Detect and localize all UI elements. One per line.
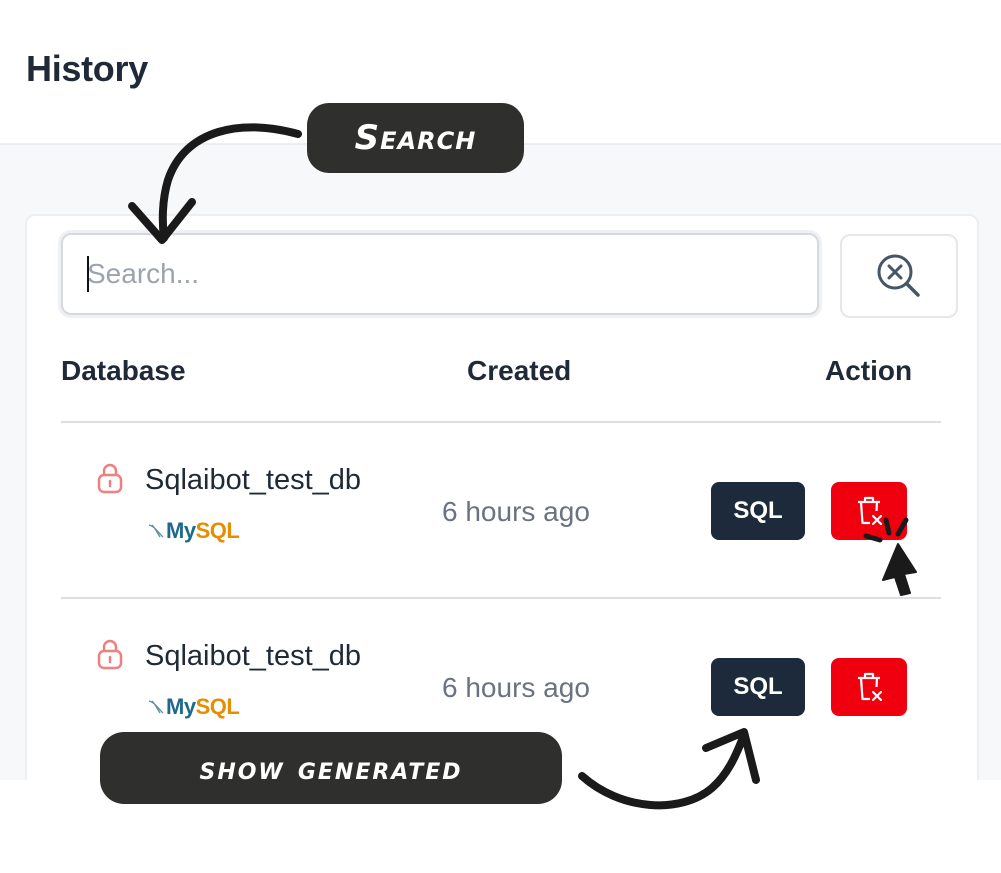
database-name[interactable]: Sqlaibot_test_db [145, 640, 361, 673]
created-time: 6 hours ago [442, 496, 590, 527]
trash-x-icon [858, 496, 883, 526]
show-sql-button[interactable]: SQL [711, 658, 805, 716]
mysql-dolphin-icon [148, 700, 164, 714]
search-input[interactable] [61, 233, 819, 315]
page-title: History [26, 48, 148, 89]
show-generated-callout: show generated [100, 732, 562, 804]
mysql-dolphin-icon [148, 524, 164, 538]
column-header-database[interactable]: Database [61, 355, 186, 387]
header-divider [61, 421, 941, 423]
mysql-logo-text-b: SQL [195, 518, 240, 543]
created-time: 6 hours ago [442, 672, 590, 703]
mysql-logo: My SQL [148, 694, 240, 720]
row-divider [61, 597, 941, 599]
delete-button[interactable] [831, 482, 907, 540]
text-cursor [87, 256, 89, 292]
column-header-created[interactable]: Created [467, 355, 571, 387]
mysql-logo-text-b: SQL [195, 694, 240, 719]
trash-x-icon [858, 672, 883, 702]
lock-icon [97, 463, 123, 494]
delete-button[interactable] [831, 658, 907, 716]
clear-search-button[interactable] [840, 234, 958, 318]
database-name[interactable]: Sqlaibot_test_db [145, 464, 361, 497]
search-x-icon [877, 254, 920, 297]
column-header-action: Action [825, 355, 913, 386]
search-callout: Search [307, 103, 524, 173]
lock-icon [97, 639, 123, 670]
show-sql-button[interactable]: SQL [711, 482, 805, 540]
mysql-logo-text-a: My [166, 518, 196, 543]
mysql-logo-text-a: My [166, 694, 196, 719]
mysql-logo: My SQL [148, 518, 240, 544]
